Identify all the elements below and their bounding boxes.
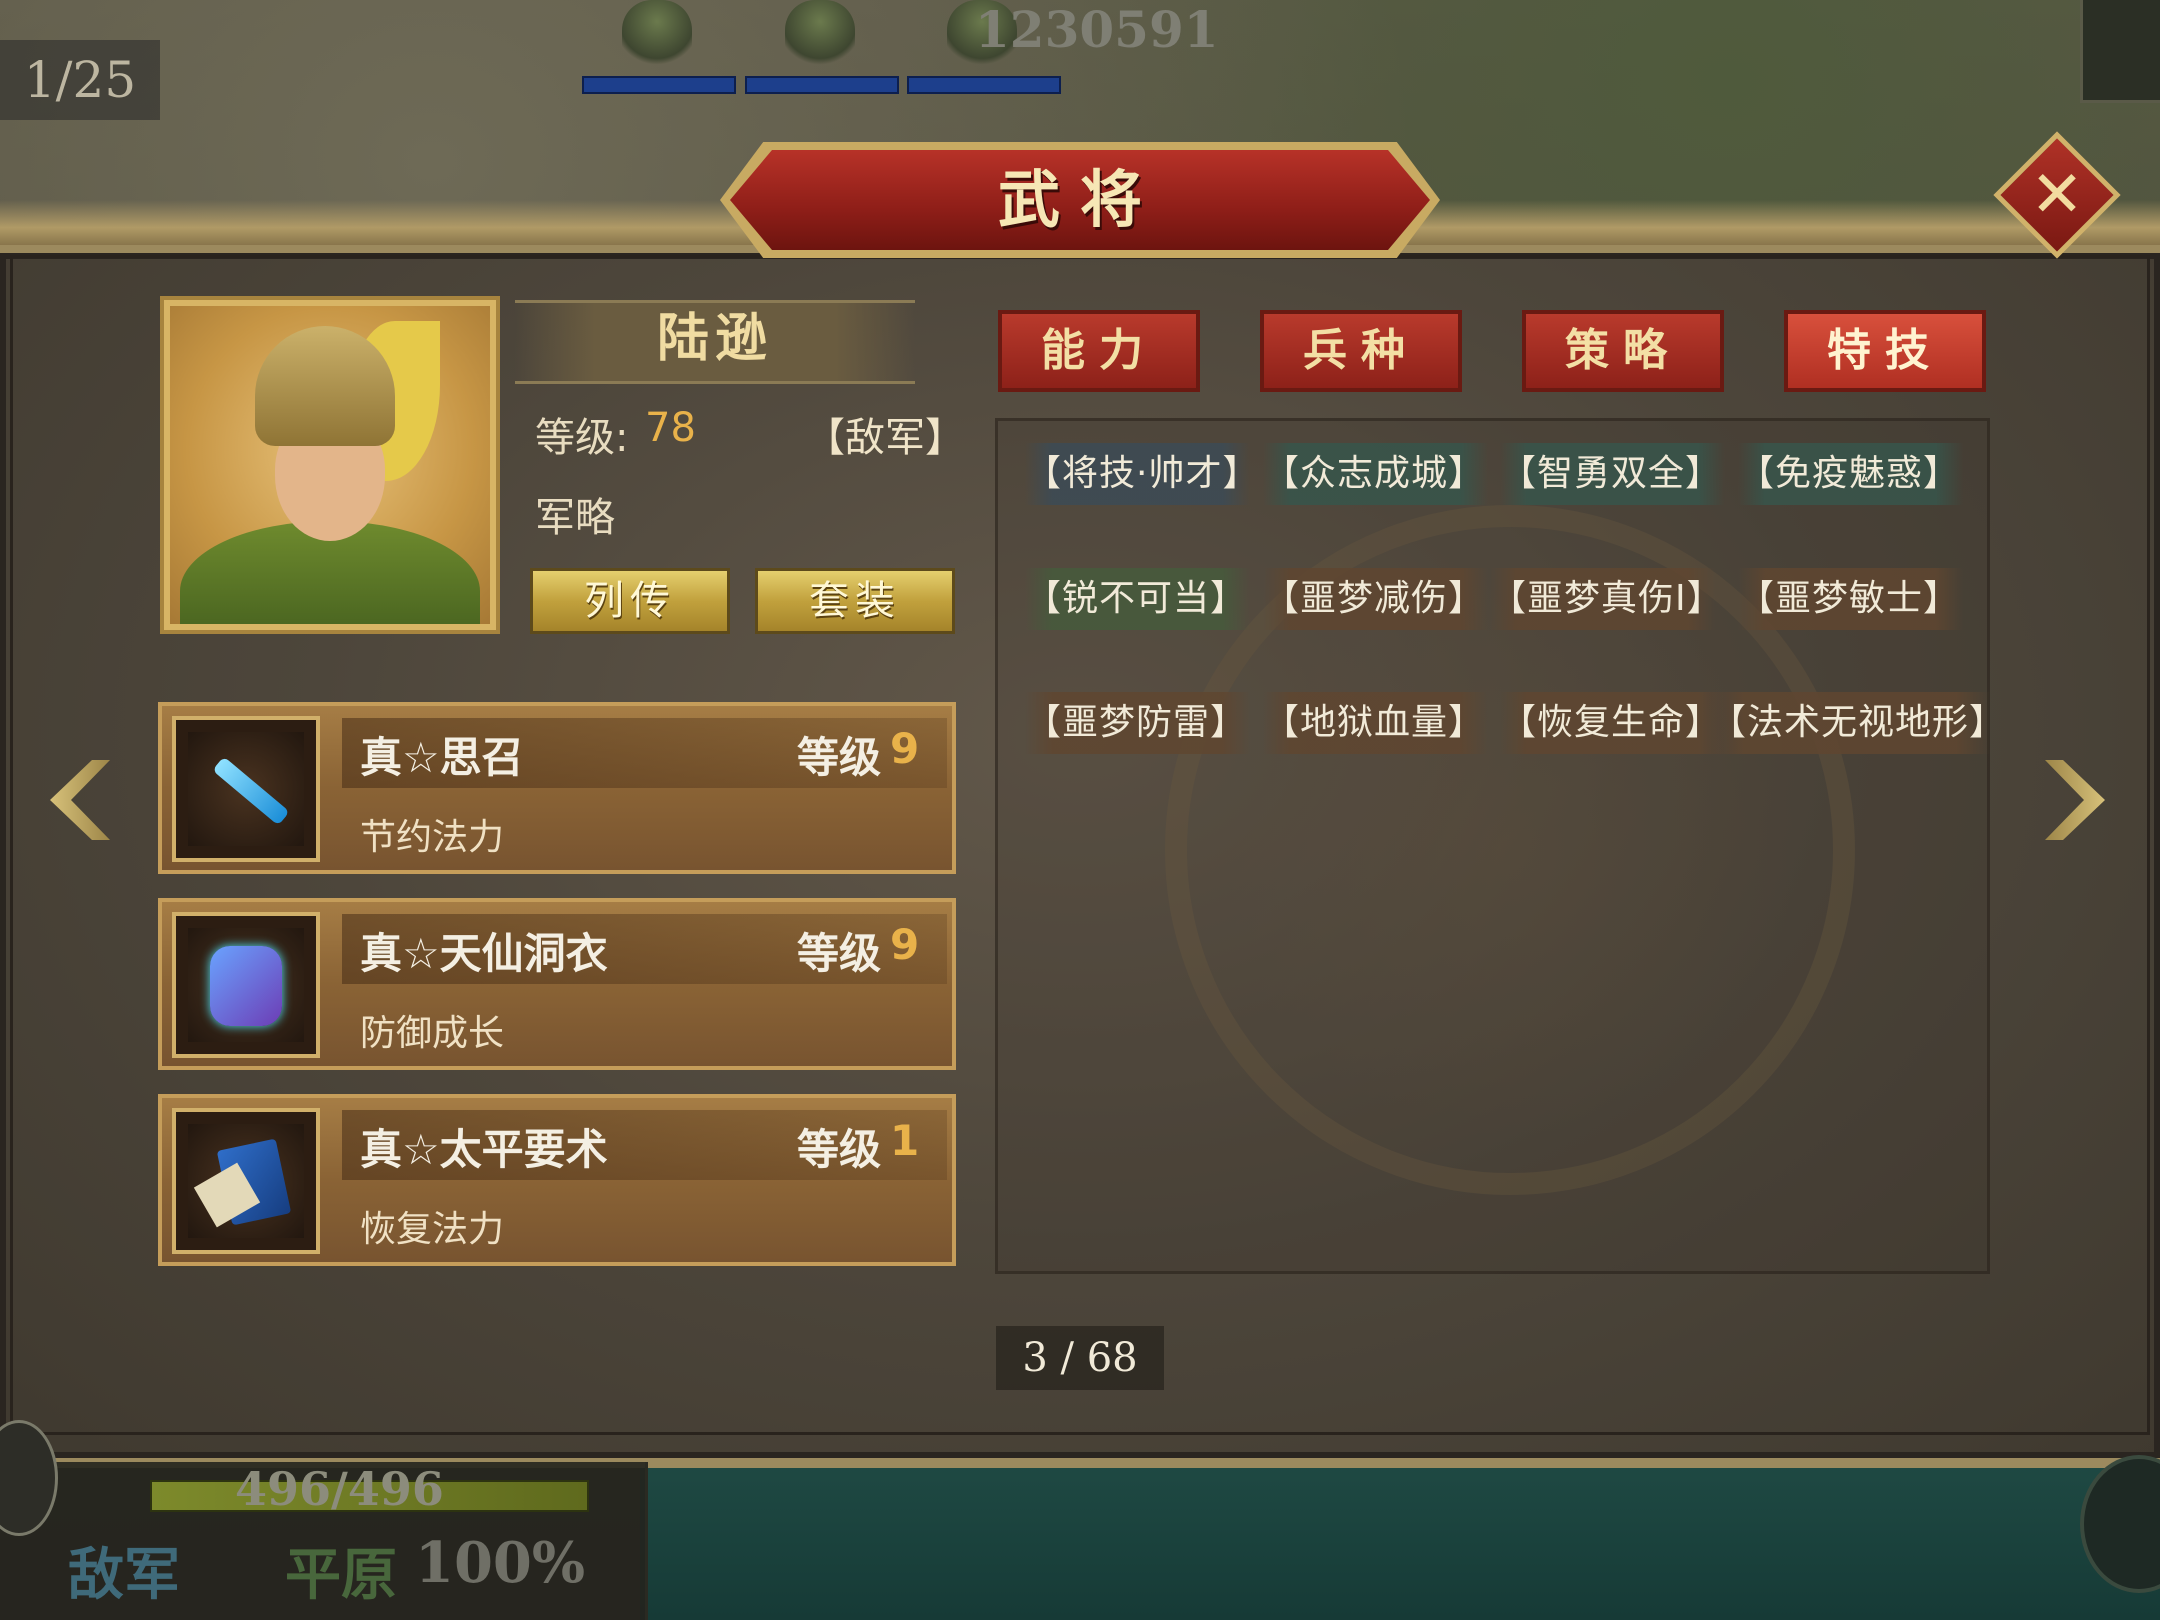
hud-faction: 敌军 [68, 1543, 180, 1608]
level-value: 78 [645, 405, 696, 451]
skill-tag[interactable]: 【锐不可当】 [1025, 568, 1250, 630]
equipment-set-button[interactable]: 套装 [755, 568, 955, 634]
soldier-icon [785, 0, 855, 72]
equipment-level-label: 等级 [797, 733, 882, 782]
skill-tag[interactable]: 【免疫魅惑】 [1738, 443, 1963, 505]
skill-tag[interactable]: 【法术无视地形】 [1710, 692, 2005, 754]
general-portrait[interactable] [170, 306, 490, 624]
skill-tag[interactable]: 【噩梦减伤】 [1263, 568, 1488, 630]
level-label: 等级: [535, 415, 629, 461]
equipment-level-label: 等级 [797, 929, 882, 978]
skill-tag[interactable]: 【众志成城】 [1263, 443, 1488, 505]
skill-tag[interactable]: 【噩梦真伤Ⅰ】 [1490, 568, 1723, 630]
general-name: 陆逊 [656, 308, 773, 369]
equipment-effect: 防御成长 [360, 1013, 505, 1054]
equipment-item[interactable]: 真☆天仙洞衣 等级 9 防御成长 [158, 898, 956, 1070]
hud-terrain-percent: 100% [415, 1530, 586, 1596]
hud-terrain: 平原 [285, 1543, 397, 1608]
biography-button[interactable]: 列传 [530, 568, 730, 634]
unit-hp-bar [582, 76, 736, 94]
unit-sprite[interactable] [582, 0, 736, 94]
equipment-name: 真☆太平要术 [360, 1125, 608, 1174]
panel-title: 武将 [997, 163, 1162, 236]
map-water [640, 1455, 2160, 1620]
close-icon[interactable]: ✕ [2012, 150, 2102, 240]
skill-tag[interactable]: 【恢复生命】 [1500, 692, 1725, 754]
unit-counter: 1/25 [0, 40, 160, 120]
tab-special-skills[interactable]: 特技 [1784, 310, 1986, 392]
soldier-icon [622, 0, 692, 72]
equipment-level-label: 等级 [797, 1125, 882, 1174]
equipment-effect: 节约法力 [360, 817, 505, 858]
equipment-level: 9 [890, 920, 920, 969]
faction-label: 【敌军】 [805, 415, 965, 461]
book-icon [172, 1108, 320, 1254]
equipment-level: 1 [890, 1116, 920, 1165]
unit-hp-bar [907, 76, 1061, 94]
tab-strategy[interactable]: 策略 [1522, 310, 1724, 392]
skill-tag[interactable]: 【噩梦敏士】 [1738, 568, 1963, 630]
score-display: 1230591 [975, 0, 1219, 59]
class-label: 军略 [535, 495, 615, 541]
skill-tag[interactable]: 【智勇双全】 [1500, 443, 1725, 505]
tab-ability[interactable]: 能力 [998, 310, 1200, 392]
equipment-name: 真☆思召 [360, 733, 524, 782]
page-indicator: 3 / 68 [996, 1326, 1164, 1390]
equipment-level: 9 [890, 724, 920, 773]
tab-troop-type[interactable]: 兵种 [1260, 310, 1462, 392]
sword-icon [172, 716, 320, 862]
skill-tag[interactable]: 【地狱血量】 [1263, 692, 1488, 754]
unit-sprite[interactable] [745, 0, 899, 94]
equipment-name: 真☆天仙洞衣 [360, 929, 608, 978]
skills-panel [995, 418, 1990, 1274]
unit-hp-bar [745, 76, 899, 94]
menu-button[interactable] [2080, 0, 2160, 103]
equipment-effect: 恢复法力 [360, 1209, 505, 1250]
equipment-item[interactable]: 真☆太平要术 等级 1 恢复法力 [158, 1094, 956, 1266]
equipment-item[interactable]: 真☆思召 等级 9 节约法力 [158, 702, 956, 874]
armor-icon [172, 912, 320, 1058]
hp-value: 496/496 [235, 1462, 444, 1516]
skill-tag[interactable]: 【噩梦防雷】 [1025, 692, 1250, 754]
skill-tag[interactable]: 【将技·帅才】 [1025, 443, 1258, 505]
